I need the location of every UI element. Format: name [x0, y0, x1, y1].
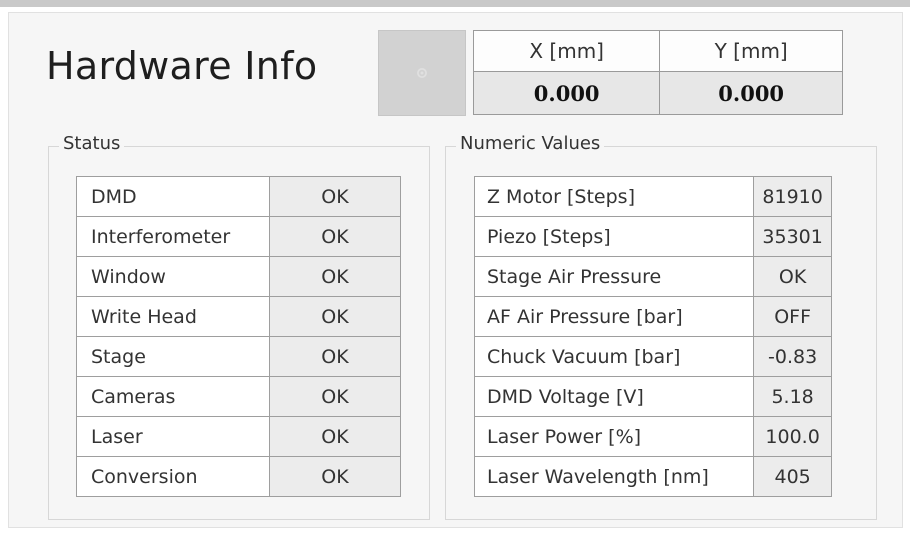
numeric-name: DMD Voltage [V]: [473, 376, 755, 417]
numeric-values-group-label: Numeric Values: [456, 133, 605, 154]
numeric-value: 100.0: [753, 416, 832, 457]
table-row: Piezo [Steps] 35301: [473, 216, 832, 257]
table-row: Stage OK: [76, 336, 402, 377]
gear-icon: [417, 68, 427, 78]
table-row: Interferometer OK: [76, 216, 402, 257]
coordinate-table: X [mm] Y [mm] 0.000 0.000: [472, 30, 843, 115]
status-value: OK: [268, 216, 402, 257]
y-value: 0.000: [659, 71, 843, 115]
status-name: Cameras: [76, 376, 270, 417]
table-row: DMD OK: [76, 176, 402, 217]
status-value: OK: [268, 456, 402, 497]
numeric-value: 405: [753, 456, 832, 497]
status-table: DMD OK Interferometer OK Window OK Write He…: [76, 176, 402, 497]
table-row: Z Motor [Steps] 81910: [473, 176, 832, 217]
numeric-name: Piezo [Steps]: [473, 216, 755, 257]
status-name: Window: [76, 256, 270, 297]
y-header: Y [mm]: [659, 30, 843, 72]
table-row: AF Air Pressure [bar] OFF: [473, 296, 832, 337]
status-group: Status DMD OK Interferometer OK Window OK W…: [48, 133, 430, 520]
page-title: Hardware Info: [46, 44, 318, 88]
status-value: OK: [268, 336, 402, 377]
top-bar: [0, 0, 910, 7]
status-value: OK: [268, 376, 402, 417]
numeric-values-table: Z Motor [Steps] 81910 Piezo [Steps] 35301 …: [473, 176, 832, 497]
table-row: Laser Wavelength [nm] 405: [473, 456, 832, 497]
status-name: Write Head: [76, 296, 270, 337]
numeric-value: OK: [753, 256, 832, 297]
table-row: Window OK: [76, 256, 402, 297]
status-value: OK: [268, 416, 402, 457]
numeric-value: 5.18: [753, 376, 832, 417]
table-row: Laser OK: [76, 416, 402, 457]
status-name: Stage: [76, 336, 270, 377]
status-value: OK: [268, 176, 402, 217]
table-row: Write Head OK: [76, 296, 402, 337]
numeric-name: Laser Power [%]: [473, 416, 755, 457]
numeric-value: 35301: [753, 216, 832, 257]
status-group-label: Status: [59, 133, 125, 154]
status-name: Laser: [76, 416, 270, 457]
status-name: Interferometer: [76, 216, 270, 257]
numeric-name: Stage Air Pressure: [473, 256, 755, 297]
status-name: DMD: [76, 176, 270, 217]
numeric-value: 81910: [753, 176, 832, 217]
numeric-values-group: Numeric Values Z Motor [Steps] 81910 Piez…: [445, 133, 877, 520]
numeric-name: AF Air Pressure [bar]: [473, 296, 755, 337]
table-row: DMD Voltage [V] 5.18: [473, 376, 832, 417]
table-row: Stage Air Pressure OK: [473, 256, 832, 297]
x-header: X [mm]: [472, 30, 661, 72]
table-row: Chuck Vacuum [bar] -0.83: [473, 336, 832, 377]
table-row: Laser Power [%] 100.0: [473, 416, 832, 457]
numeric-value: -0.83: [753, 336, 832, 377]
status-value: OK: [268, 256, 402, 297]
x-value: 0.000: [472, 71, 661, 115]
numeric-name: Laser Wavelength [nm]: [473, 456, 755, 497]
status-value: OK: [268, 296, 402, 337]
status-name: Conversion: [76, 456, 270, 497]
settings-button[interactable]: [378, 30, 466, 116]
numeric-name: Z Motor [Steps]: [473, 176, 755, 217]
numeric-name: Chuck Vacuum [bar]: [473, 336, 755, 377]
table-row: Conversion OK: [76, 456, 402, 497]
numeric-value: OFF: [753, 296, 832, 337]
table-row: Cameras OK: [76, 376, 402, 417]
